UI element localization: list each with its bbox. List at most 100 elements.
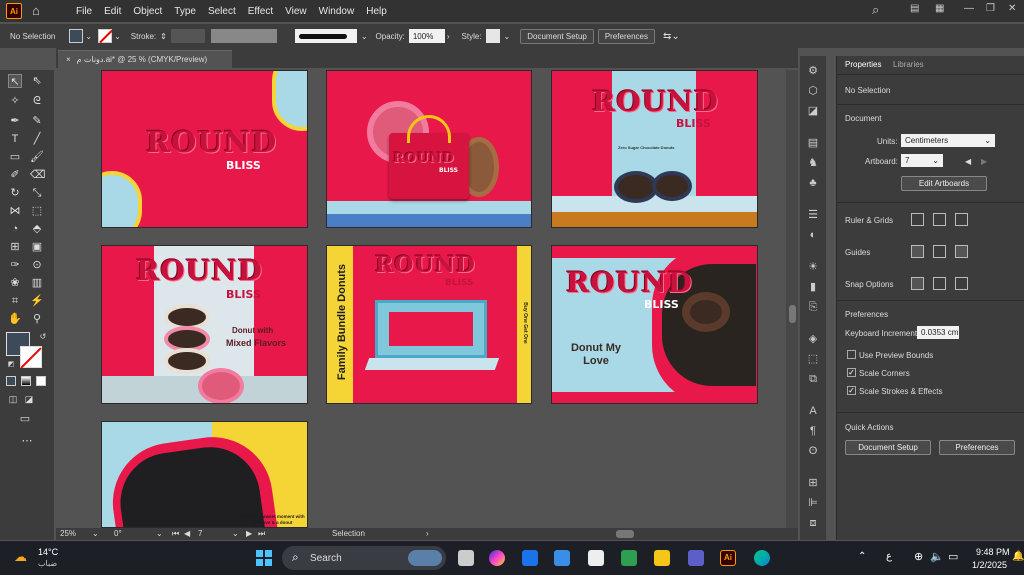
fill-swatch[interactable] (69, 29, 84, 43)
artboard-7[interactable]: Sharing a sweet moment with my love & a … (101, 421, 308, 528)
scale-tool-icon[interactable]: ⤡ (30, 186, 44, 200)
artboard-6[interactable]: ROUND BLISS Donut My Love (551, 245, 758, 404)
stocks-icon[interactable] (621, 550, 637, 566)
vertical-scrollbar[interactable] (786, 70, 798, 530)
puppet-icon[interactable]: ♞ (806, 156, 820, 170)
transparency-grid-icon[interactable] (955, 213, 968, 226)
menu-effect[interactable]: Effect (248, 6, 273, 17)
snipping-tool-icon[interactable] (588, 550, 604, 566)
tab-properties[interactable]: Properties (845, 60, 881, 69)
first-artboard-icon[interactable]: ⏮ (172, 529, 179, 539)
paragraph-icon[interactable]: ¶ (806, 424, 820, 438)
rotate-tool-icon[interactable]: ↻ (8, 186, 22, 200)
type-tool-icon[interactable]: T (8, 132, 22, 146)
globe-icon[interactable]: ⊕ (914, 550, 923, 563)
menu-select[interactable]: Select (208, 6, 236, 17)
shaper-tool-icon[interactable]: ✐ (8, 168, 22, 182)
eraser-icon[interactable]: ⌫ (30, 168, 46, 182)
pathfinder-icon[interactable]: ⧈ (806, 516, 820, 530)
use-preview-bounds-checkbox[interactable] (847, 350, 856, 359)
free-transform-icon[interactable]: ⬚ (30, 204, 44, 218)
brightness-icon[interactable]: ☀ (806, 260, 820, 274)
artboard-2[interactable]: ROUND BLISS (326, 70, 532, 228)
clock-time[interactable]: 9:48 PM (976, 547, 1010, 557)
keyboard-increment-input[interactable]: 0.0353 cm (917, 326, 959, 339)
horizontal-scroll-thumb[interactable] (616, 530, 634, 538)
quick-document-setup-button[interactable]: Document Setup (845, 440, 931, 455)
opacity-input[interactable]: 100% (408, 29, 445, 43)
direct-selection-tool-icon[interactable]: ⇖ (30, 74, 44, 88)
scale-corners-checkbox[interactable]: ✓ (847, 368, 856, 377)
brush-definition[interactable] (294, 29, 357, 43)
windows-start-icon[interactable] (256, 550, 272, 566)
chevron-right-icon[interactable]: › (426, 529, 429, 538)
stroke-swatch[interactable] (98, 29, 113, 44)
color-mode-icon[interactable] (6, 376, 16, 386)
task-view-icon[interactable] (458, 550, 474, 566)
clock-date[interactable]: 1/2/2025 (972, 560, 1007, 570)
color-theme-icon[interactable]: ⚙ (806, 64, 820, 78)
menu-object[interactable]: Object (133, 6, 162, 17)
links-icon[interactable]: ⧉ (806, 372, 820, 386)
search-box[interactable]: ⌕ Search (282, 546, 446, 570)
stroke-panel-icon[interactable]: ☰ (806, 208, 820, 222)
artboard-4[interactable]: ROUND BLISS Donut with Mixed Flavors (101, 245, 308, 404)
appearance-icon[interactable]: ◐ (806, 228, 820, 242)
weather-icon[interactable]: ☁ (14, 550, 30, 564)
chevron-down-icon[interactable]: ⌄ (156, 529, 163, 538)
weather-temp[interactable]: 14°C (38, 547, 58, 557)
artboard-5[interactable]: Family Bundle Donuts Buy One Get One ROU… (326, 245, 532, 404)
tray-overflow-icon[interactable]: ⌃ (858, 551, 866, 562)
chevron-down-icon[interactable]: ⌄ (504, 32, 511, 41)
swap-colors-icon[interactable]: ↺ (36, 330, 50, 344)
notification-icon[interactable]: 🔔 (1012, 551, 1024, 562)
illustrator-taskbar-icon[interactable]: Ai (720, 550, 736, 566)
eyedropper-icon[interactable]: ✑ (8, 258, 22, 272)
input-language[interactable]: ع (886, 551, 892, 562)
zoom-level[interactable]: 25% (60, 529, 76, 538)
layers-icon[interactable]: ◈ (806, 332, 820, 346)
menu-type[interactable]: Type (174, 6, 196, 17)
document-setup-button[interactable]: Document Setup (520, 28, 594, 44)
scroll-thumb[interactable] (789, 305, 796, 323)
live-paint-icon[interactable]: ⬘ (30, 222, 44, 236)
chevron-down-icon[interactable]: ⌄ (361, 32, 368, 41)
menu-help[interactable]: Help (366, 6, 387, 17)
rotate-view[interactable]: 0° (114, 529, 122, 538)
artboard-1[interactable]: ROUND BLISS (101, 70, 308, 228)
curvature-tool-icon[interactable]: ✎ (30, 114, 44, 128)
artboard-select[interactable]: 7 ⌄ (901, 154, 943, 167)
gradient-mode-icon[interactable] (21, 376, 31, 386)
chevron-down-icon[interactable]: ⌄ (92, 529, 99, 538)
file-explorer-icon[interactable] (654, 550, 670, 566)
battery-icon[interactable]: ▭ (948, 550, 958, 563)
minimize-icon[interactable]: — (964, 3, 974, 14)
close-window-icon[interactable]: ✕ (1008, 3, 1016, 14)
hand-tool-icon[interactable]: ✋ (8, 312, 22, 326)
search-icon[interactable]: ⌕ (872, 2, 879, 18)
menu-edit[interactable]: Edit (104, 6, 121, 17)
chevron-down-icon[interactable]: ⌄ (232, 529, 239, 538)
line-tool-icon[interactable]: ╱ (30, 132, 44, 146)
snap-to-pixel-icon[interactable] (933, 277, 946, 290)
preferences-button[interactable]: Preferences (597, 28, 655, 44)
symbol-sprayer-icon[interactable]: ❀ (8, 276, 22, 290)
chevron-down-icon[interactable]: ⌄ (114, 32, 121, 41)
workspace-icon[interactable]: ▦ (935, 3, 944, 14)
pen-tool-icon[interactable]: ✒ (8, 114, 22, 128)
blend-tool-icon[interactable]: ⊙ (30, 258, 44, 272)
screen-mode-icon[interactable]: ▭ (18, 412, 32, 426)
export-icon[interactable]: ⎘ (806, 300, 820, 314)
grid-icon[interactable] (933, 213, 946, 226)
slice-tool-icon[interactable]: ⚡ (30, 294, 44, 308)
artboard-number[interactable]: 7 (198, 529, 202, 538)
image-trace-icon[interactable]: ▤ (806, 136, 820, 150)
menu-file[interactable]: File (76, 6, 92, 17)
arrange-icon[interactable]: ⇆⌄ (663, 31, 680, 42)
symbols-icon[interactable]: ♣ (806, 176, 820, 190)
copilot-icon[interactable] (489, 550, 505, 566)
speaker-icon[interactable]: 🔈 (930, 550, 944, 563)
3d-icon[interactable]: ⬡ (806, 84, 820, 98)
tab-libraries[interactable]: Libraries (893, 60, 924, 69)
perspective-grid-icon[interactable]: ⊞ (8, 240, 22, 254)
